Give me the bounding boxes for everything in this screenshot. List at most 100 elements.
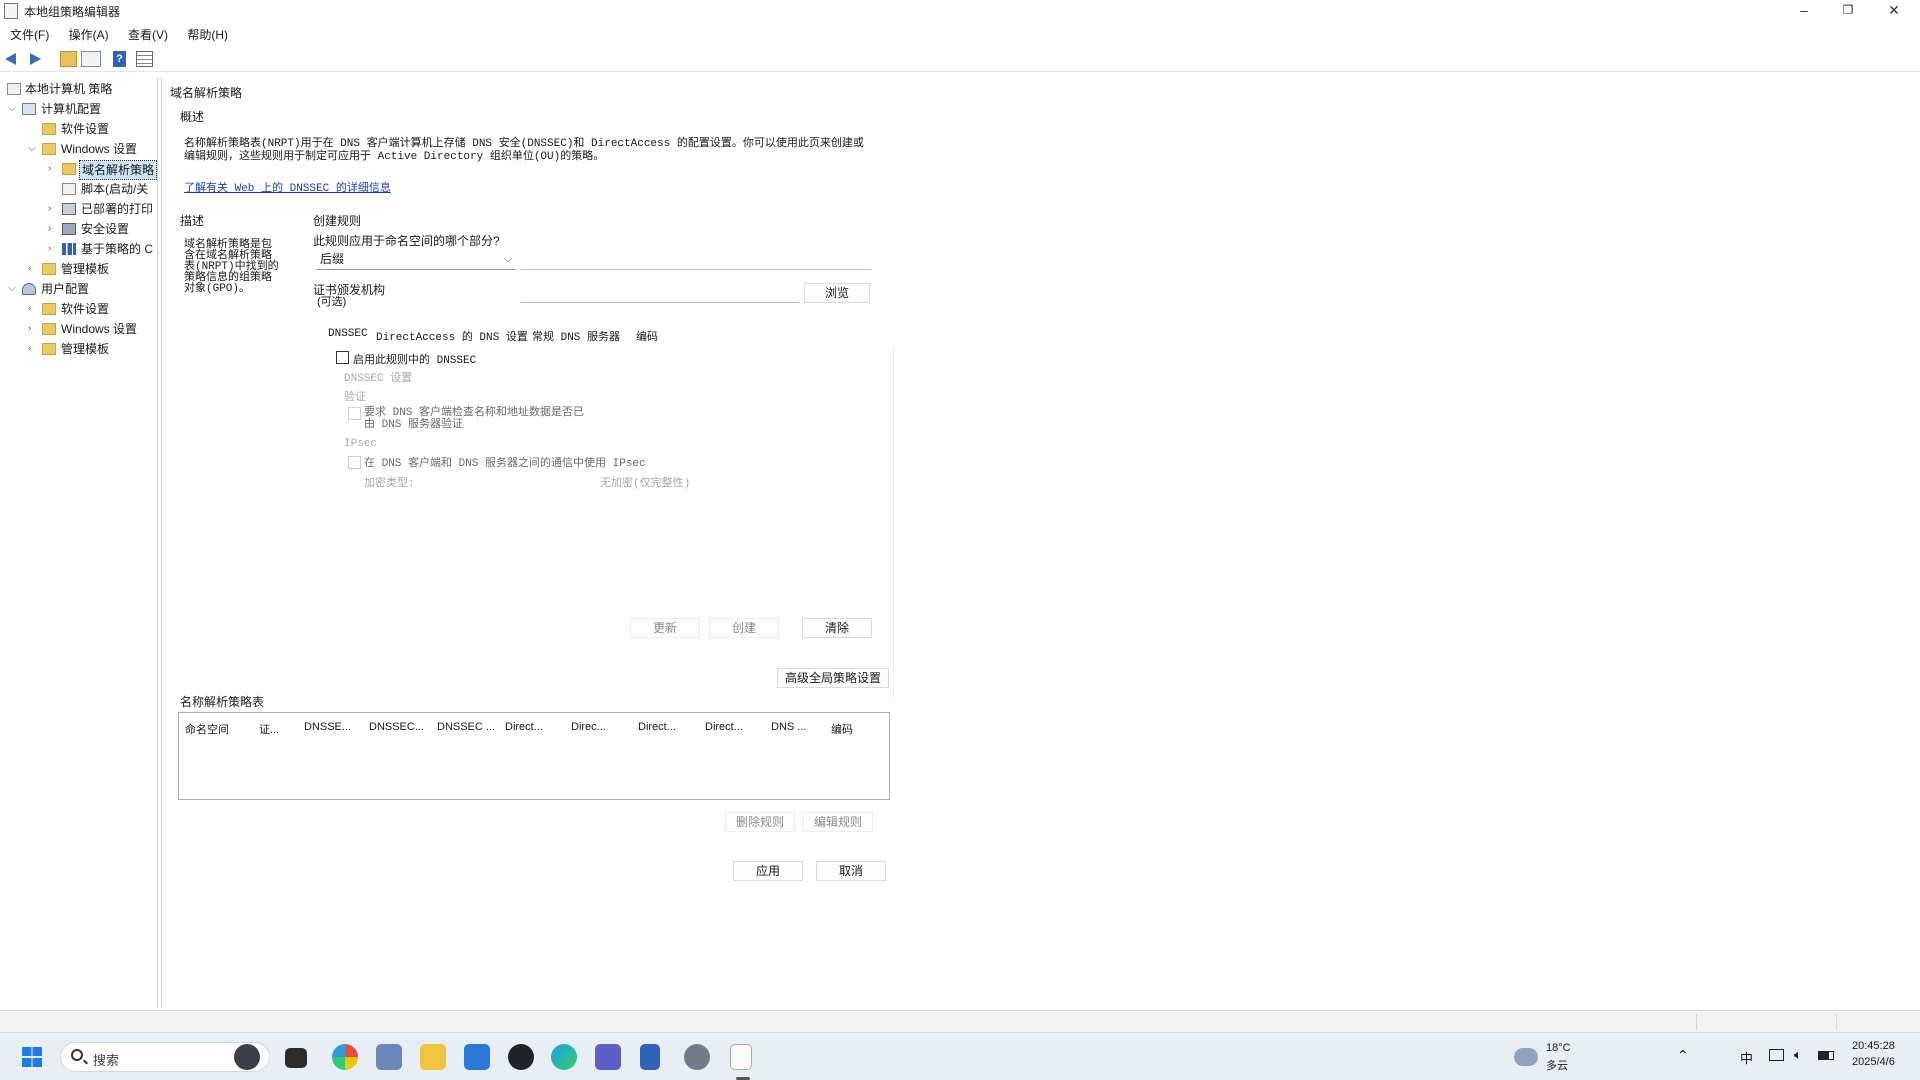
clock-time[interactable]: 20:45:28 bbox=[1852, 1040, 1895, 1052]
namespace-type-select[interactable]: 后缀 ⌵ bbox=[316, 250, 516, 270]
clock-date[interactable]: 2025/4/6 bbox=[1852, 1056, 1895, 1068]
column-header[interactable]: DNSSE... bbox=[304, 721, 351, 733]
search-icon bbox=[71, 1049, 83, 1061]
use-ipsec-checkbox[interactable] bbox=[348, 456, 361, 469]
chevron-down-icon[interactable]: ⌵ bbox=[8, 280, 20, 298]
chevron-right-icon[interactable]: › bbox=[28, 300, 40, 318]
apply-button[interactable]: 应用 bbox=[733, 861, 803, 881]
encryption-type-label: 加密类型: bbox=[364, 478, 415, 490]
forward-arrow-icon[interactable] bbox=[26, 51, 43, 67]
column-header[interactable]: Direc... bbox=[571, 721, 606, 733]
menu-action[interactable]: 操作(A) bbox=[69, 25, 109, 45]
column-header[interactable]: 编码 bbox=[831, 721, 853, 737]
chevron-right-icon[interactable]: › bbox=[48, 200, 60, 218]
column-header[interactable]: DNS ... bbox=[771, 721, 806, 733]
maximize-button[interactable]: ❐ bbox=[1826, 0, 1870, 22]
overview-text-line2: 编辑规则，这些规则用于制定可应用于 Active Directory 组织单位(… bbox=[184, 151, 605, 163]
chevron-right-icon[interactable]: › bbox=[28, 320, 40, 338]
advanced-global-settings-button[interactable]: 高级全局策略设置 bbox=[777, 668, 889, 688]
validation-label: 验证 bbox=[344, 392, 366, 404]
tab-generic-dns[interactable]: 常规 DNS 服务器 bbox=[532, 328, 620, 344]
tab-encoding[interactable]: 编码 bbox=[636, 328, 658, 344]
copilot-icon[interactable] bbox=[234, 1044, 260, 1070]
chevron-down-icon: ⌵ bbox=[504, 254, 512, 265]
column-header[interactable]: Direct... bbox=[505, 721, 543, 733]
nrpt-table[interactable]: 命名空间 证... DNSSE... DNSSEC... DNSSEC ... … bbox=[178, 712, 890, 800]
chevron-right-icon[interactable]: › bbox=[48, 160, 60, 178]
require-validation-checkbox[interactable] bbox=[348, 407, 361, 420]
chevron-down-icon[interactable]: ⌵ bbox=[8, 100, 20, 118]
create-button[interactable]: 创建 bbox=[709, 618, 779, 638]
minimize-button[interactable]: – bbox=[1782, 0, 1826, 22]
column-header[interactable]: 命名空间 bbox=[185, 721, 229, 737]
tab-dnssec[interactable]: DNSSEC bbox=[328, 328, 368, 340]
update-button[interactable]: 更新 bbox=[630, 618, 700, 638]
column-header[interactable]: Direct... bbox=[705, 721, 743, 733]
column-header[interactable]: DNSSEC... bbox=[369, 721, 424, 733]
policy-editor-icon[interactable] bbox=[730, 1044, 752, 1070]
computer-icon bbox=[22, 103, 36, 115]
tab-panel-border bbox=[893, 348, 894, 698]
script-icon bbox=[62, 183, 76, 195]
file-explorer-icon[interactable] bbox=[420, 1044, 446, 1070]
column-header[interactable]: DNSSEC ... bbox=[437, 721, 495, 733]
delete-rule-button[interactable]: 删除规则 bbox=[725, 812, 795, 832]
properties-icon[interactable] bbox=[81, 51, 101, 67]
search-placeholder: 搜索 bbox=[93, 1053, 120, 1068]
title-bar: 本地组策略编辑器 – ❐ ✕ bbox=[0, 0, 1920, 22]
nrpt-table-label: 名称解析策略表 bbox=[180, 695, 265, 709]
network-icon[interactable] bbox=[1769, 1049, 1784, 1061]
enable-dnssec-checkbox[interactable] bbox=[336, 351, 349, 364]
folder-up-icon[interactable] bbox=[60, 51, 77, 67]
chevron-down-icon[interactable]: ⌵ bbox=[28, 140, 40, 158]
menu-view[interactable]: 查看(V) bbox=[128, 25, 168, 45]
folder-icon bbox=[42, 143, 56, 155]
notepad-icon[interactable] bbox=[640, 1044, 660, 1070]
view-icon[interactable] bbox=[136, 51, 153, 67]
cancel-button[interactable]: 取消 bbox=[816, 861, 886, 881]
description-line: 对象(GPO)。 bbox=[184, 283, 251, 295]
battery-icon[interactable] bbox=[1818, 1051, 1834, 1060]
menu-help[interactable]: 帮助(H) bbox=[187, 25, 228, 45]
description-label: 描述 bbox=[180, 214, 205, 228]
volume-icon[interactable]: 🔈︎ bbox=[1794, 1047, 1802, 1063]
ime-indicator[interactable]: 中 bbox=[1740, 1048, 1753, 1067]
back-arrow-icon[interactable] bbox=[4, 51, 21, 67]
learn-more-link[interactable]: 了解有关 Web 上的 DNSSEC 的详细信息 bbox=[184, 179, 391, 195]
weather-icon[interactable] bbox=[1514, 1048, 1538, 1066]
windows-start-icon[interactable] bbox=[22, 1047, 42, 1067]
color-app-icon[interactable] bbox=[332, 1044, 358, 1070]
security-icon bbox=[62, 223, 76, 235]
encryption-type-value[interactable]: 无加密(仅完整性) bbox=[600, 474, 690, 490]
chevron-right-icon[interactable]: › bbox=[28, 260, 40, 278]
policy-icon bbox=[7, 83, 21, 95]
ipsec-label: IPsec bbox=[344, 438, 378, 450]
browse-button[interactable]: 浏览 bbox=[804, 283, 870, 303]
column-header[interactable]: Direct... bbox=[638, 721, 676, 733]
namespace-input[interactable] bbox=[521, 250, 871, 270]
tab-directaccess[interactable]: DirectAccess 的 DNS 设置 bbox=[376, 328, 528, 344]
close-button[interactable]: ✕ bbox=[1872, 0, 1916, 22]
help-icon[interactable]: ? bbox=[113, 51, 126, 67]
enable-dnssec-label: 启用此规则中的 DNSSEC bbox=[353, 355, 477, 367]
edit-rule-button[interactable]: 编辑规则 bbox=[803, 812, 873, 832]
desktop-app-icon[interactable] bbox=[376, 1044, 402, 1070]
chevron-right-icon[interactable]: › bbox=[28, 340, 40, 358]
status-divider bbox=[1836, 1014, 1837, 1030]
settings-icon[interactable] bbox=[684, 1044, 710, 1070]
policy-editor-icon bbox=[4, 3, 18, 19]
menu-bar: 文件(F) 操作(A) 查看(V) 帮助(H) bbox=[0, 25, 1920, 45]
window-title: 本地组策略编辑器 bbox=[24, 5, 121, 19]
edge-icon[interactable] bbox=[551, 1044, 577, 1070]
chevron-right-icon[interactable]: › bbox=[48, 220, 60, 238]
column-header[interactable]: 证... bbox=[259, 721, 279, 737]
file-manager-icon[interactable] bbox=[285, 1048, 307, 1068]
cert-authority-input[interactable] bbox=[521, 283, 799, 303]
chevron-up-icon[interactable]: ⌃ bbox=[1677, 1047, 1689, 1064]
menu-file[interactable]: 文件(F) bbox=[10, 25, 49, 45]
chevron-right-icon[interactable]: › bbox=[48, 240, 60, 258]
browser-icon[interactable] bbox=[508, 1044, 534, 1070]
calendar-icon[interactable] bbox=[464, 1044, 490, 1070]
clear-button[interactable]: 清除 bbox=[802, 618, 872, 638]
teams-icon[interactable] bbox=[595, 1044, 621, 1070]
